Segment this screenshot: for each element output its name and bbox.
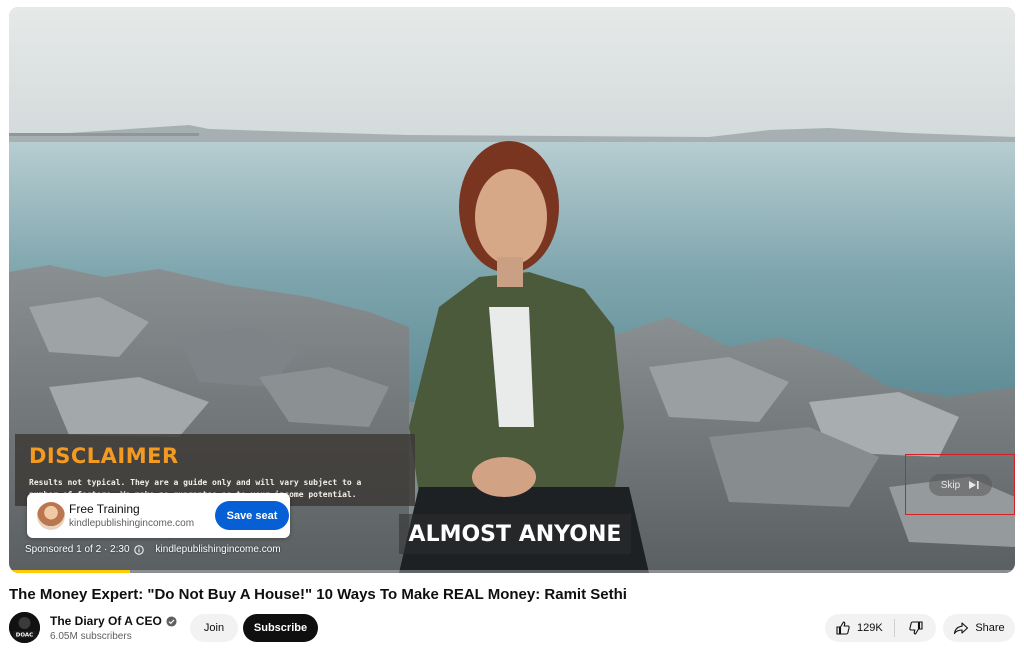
thumbs-down-icon (908, 621, 923, 635)
video-caption: ALMOST ANYONE (399, 514, 631, 554)
video-player[interactable]: DISCLAIMER Results not typical. They are… (9, 7, 1015, 573)
channel-logo-icon: DOAC (9, 612, 40, 643)
like-count: 129K (857, 622, 883, 634)
disclaimer-line-1: Results not typical. They are a guide on… (29, 478, 362, 487)
skip-ad-button[interactable]: Skip (929, 474, 992, 496)
skip-next-icon (969, 481, 979, 489)
skip-label: Skip (940, 479, 961, 491)
share-button[interactable]: Share (943, 614, 1015, 642)
verified-icon (166, 615, 177, 627)
disclaimer-title: DISCLAIMER (29, 444, 179, 468)
channel-avatar[interactable]: DOAC (9, 612, 40, 643)
channel-name-row[interactable]: The Diary Of A CEO (50, 614, 177, 628)
video-title: The Money Expert: "Do Not Buy A House!" … (9, 586, 627, 603)
save-seat-button[interactable]: Save seat (215, 501, 289, 530)
ad-progress-bar[interactable] (9, 570, 1015, 573)
info-icon[interactable] (133, 544, 144, 555)
like-dislike-group: 129K (825, 614, 936, 642)
share-label: Share (975, 622, 1005, 634)
subscriber-count: 6.05M subscribers (50, 631, 132, 642)
ad-progress-fill (9, 570, 130, 573)
ad-card-title: Free Training (69, 502, 140, 516)
thumbs-up-icon (836, 621, 850, 635)
like-button[interactable]: 129K (825, 614, 894, 642)
sponsored-info: Sponsored 1 of 2 · 2:30 kindlepublishing… (25, 544, 281, 555)
ad-card-url: kindlepublishingincome.com (69, 518, 195, 529)
advertiser-avatar (37, 502, 65, 530)
dislike-button[interactable] (895, 614, 936, 642)
subscribe-button[interactable]: Subscribe (243, 614, 318, 642)
channel-name[interactable]: The Diary Of A CEO (50, 614, 162, 628)
join-button[interactable]: Join (190, 614, 238, 642)
channel-avatar-text: DOAC (16, 633, 33, 639)
share-icon (954, 622, 969, 635)
sponsored-domain-link[interactable]: kindlepublishingincome.com (156, 544, 281, 555)
sponsored-label: Sponsored 1 of 2 · 2:30 (25, 544, 130, 555)
ad-promo-card[interactable]: Free Training kindlepublishingincome.com… (27, 493, 290, 538)
